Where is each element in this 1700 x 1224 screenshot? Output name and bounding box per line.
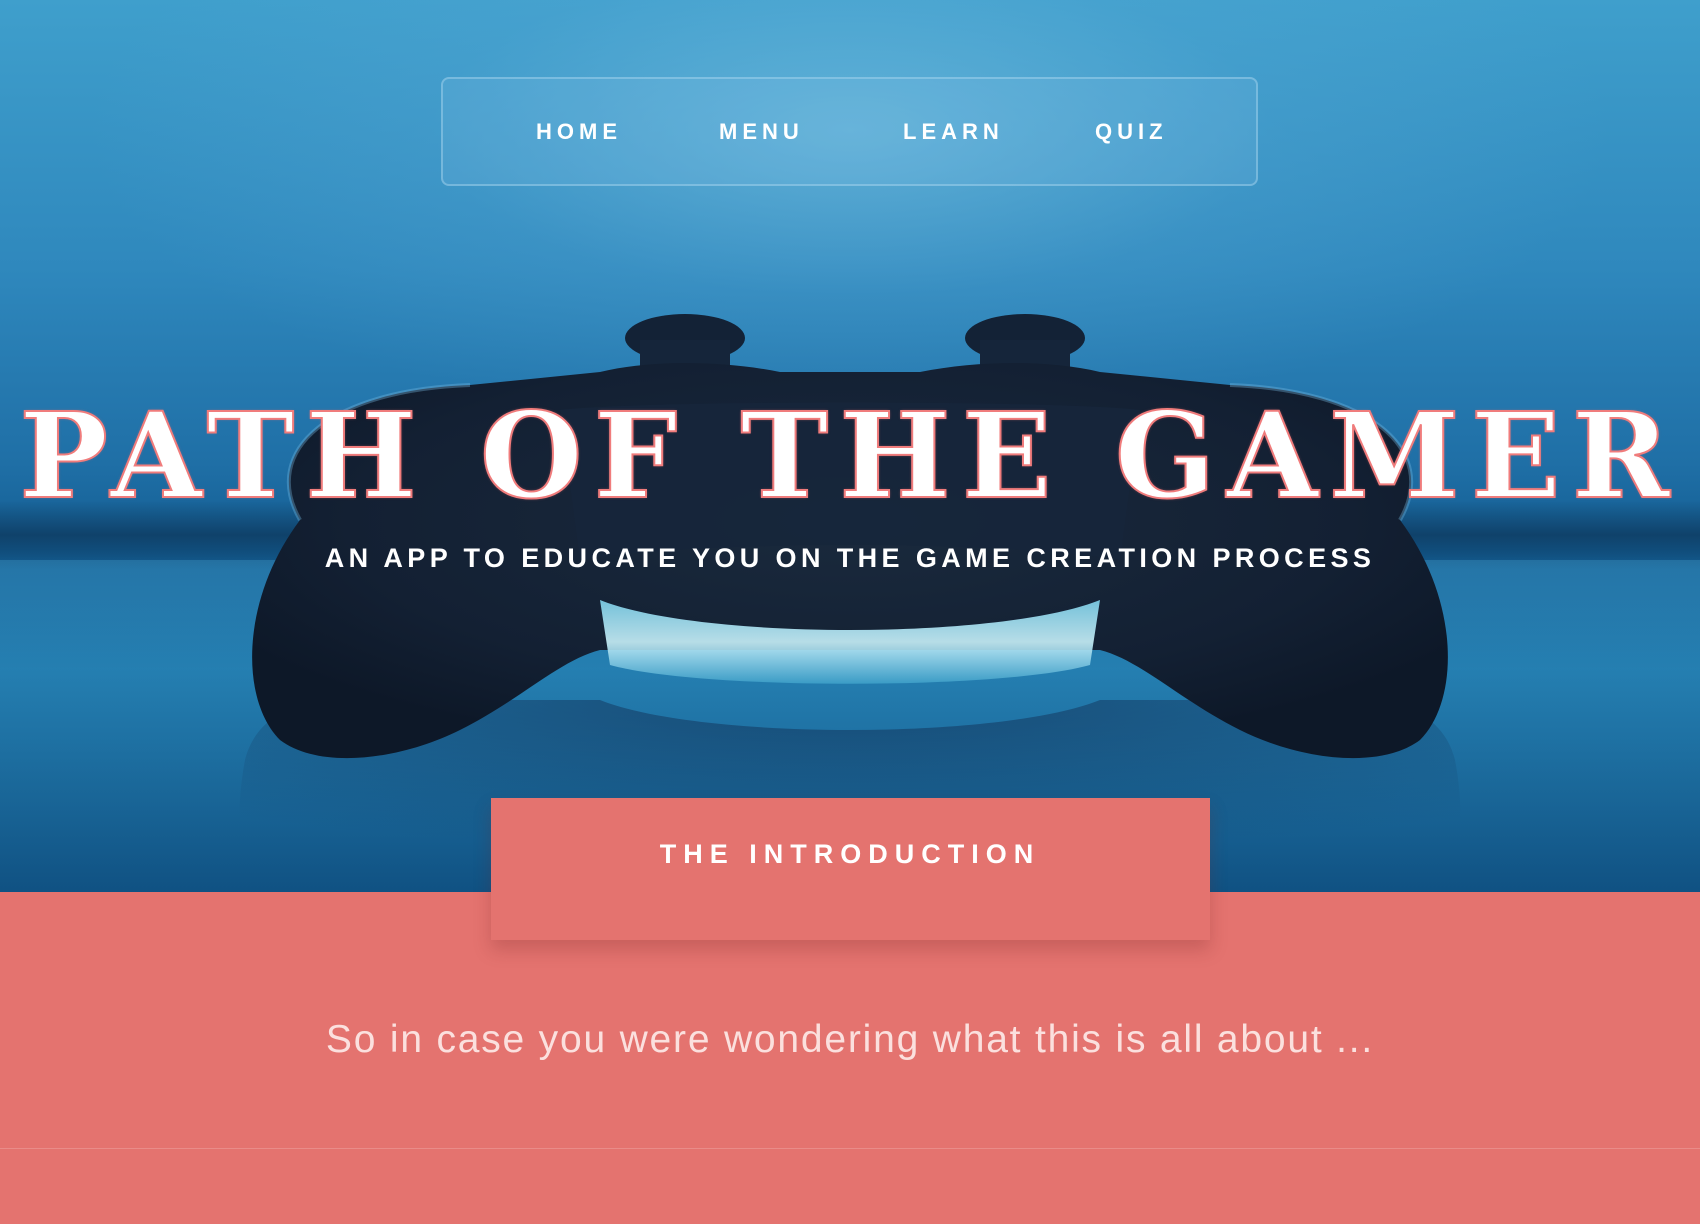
nav-menu-link[interactable]: MENU	[719, 79, 804, 184]
intro-heading: THE INTRODUCTION	[659, 839, 1041, 869]
section-divider	[0, 1148, 1700, 1149]
top-navigation: HOME MENU LEARN QUIZ	[441, 77, 1258, 186]
nav-quiz-link[interactable]: QUIZ	[1095, 79, 1168, 184]
hero-section: HOME MENU LEARN QUIZ PATH OF THE GAMER A…	[0, 0, 1700, 892]
intro-text: So in case you were wondering what this …	[325, 1018, 1375, 1061]
nav-learn-link[interactable]: LEARN	[903, 79, 1004, 184]
page-subtitle: AN APP TO EDUCATE YOU ON THE GAME CREATI…	[324, 543, 1376, 573]
nav-home-link[interactable]: HOME	[536, 79, 622, 184]
page-title: PATH OF THE GAMER	[18, 385, 1681, 526]
